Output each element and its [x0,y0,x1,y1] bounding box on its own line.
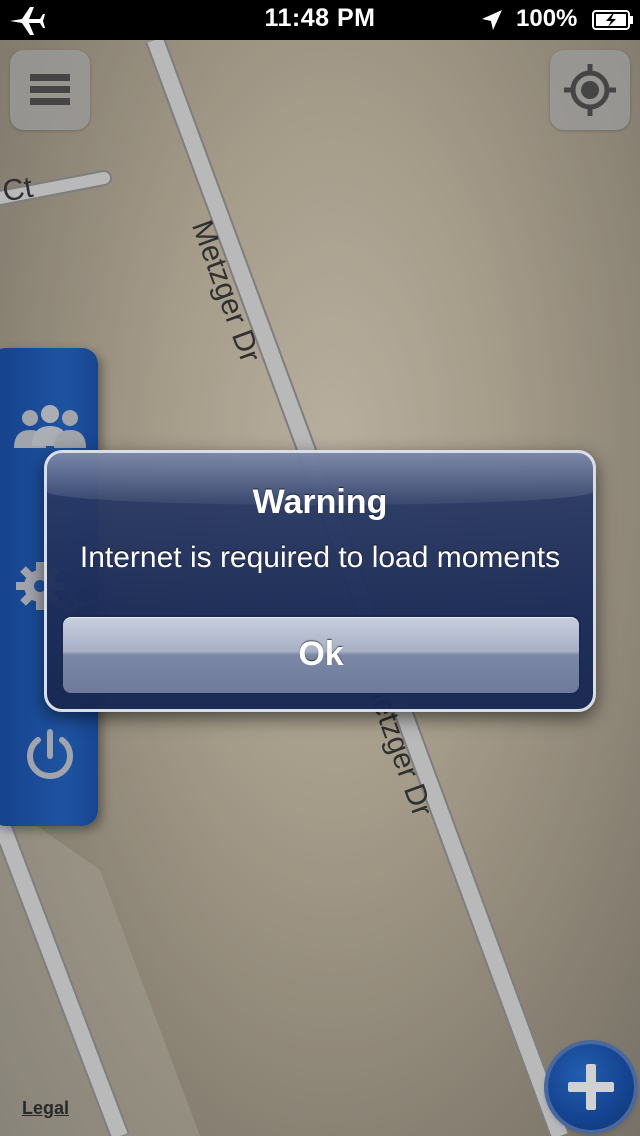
status-bar: 11:48 PM 100% [0,0,640,40]
battery-charging-icon [592,10,633,30]
location-arrow-icon [482,10,502,30]
warning-alert-dialog: Warning Internet is required to load mom… [44,450,596,712]
alert-title: Warning [252,483,388,521]
alert-message: Internet is required to load moments [79,541,561,574]
battery-percent: 100% [516,5,578,32]
ok-button[interactable]: Ok [61,615,581,695]
